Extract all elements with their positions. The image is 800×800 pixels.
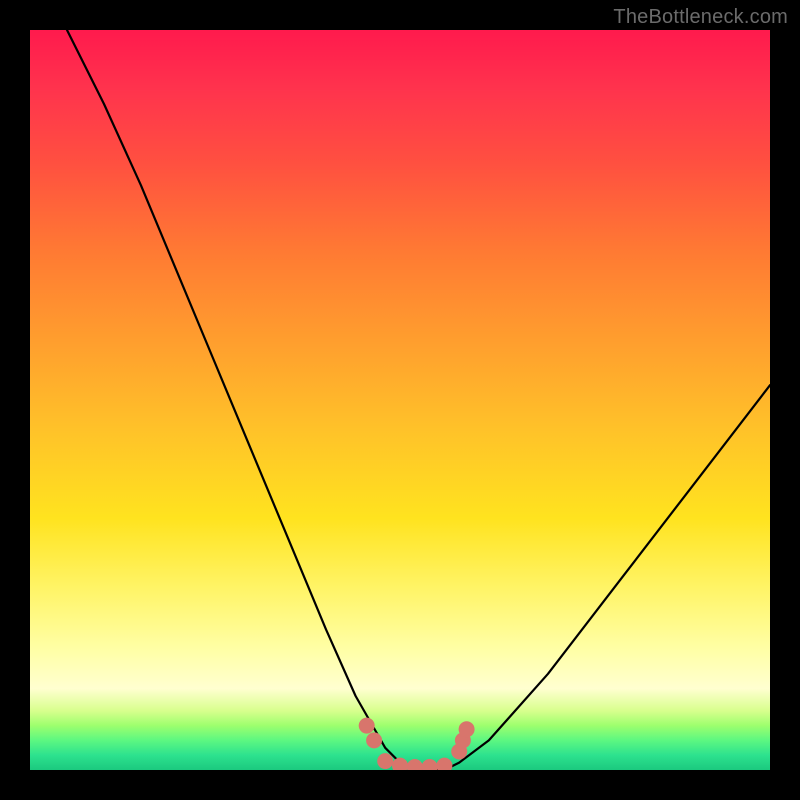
- plot-area: [30, 30, 770, 770]
- bottleneck-curve: [67, 30, 770, 770]
- curve-svg: [30, 30, 770, 770]
- highlight-dots: [359, 718, 475, 770]
- chart-frame: TheBottleneck.com: [0, 0, 800, 800]
- watermark-text: TheBottleneck.com: [613, 6, 788, 29]
